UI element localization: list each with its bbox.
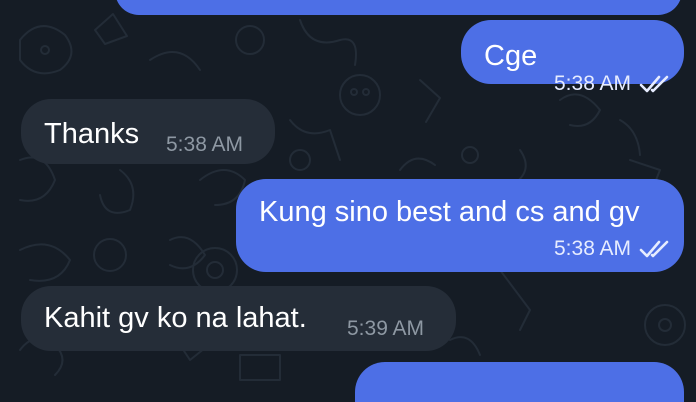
- message-text: Kahit gv ko na lahat.: [44, 302, 307, 334]
- message-bubble-outgoing-partial-bottom[interactable]: [355, 362, 684, 402]
- message-time: 5:38 AM: [554, 72, 632, 95]
- message-time: 5:38 AM: [166, 133, 244, 156]
- message-text: Cge: [484, 40, 538, 72]
- message-text: Thanks: [44, 118, 140, 150]
- message-time: 5:38 AM: [554, 237, 632, 260]
- message-text: Kung sino best and cs and gv: [259, 196, 640, 228]
- message-meta: 5:38 AM: [554, 73, 673, 94]
- message-meta: 5:38 AM: [166, 134, 243, 155]
- message-meta: 5:39 AM: [347, 318, 424, 339]
- message-bubble-outgoing-partial-top[interactable]: [115, 0, 682, 15]
- message-bubble-incoming[interactable]: Kahit gv ko na lahat. 5:39 AM: [21, 286, 456, 351]
- message-bubble-outgoing[interactable]: Cge 5:38 AM: [461, 20, 684, 94]
- message-bubble-outgoing[interactable]: Kung sino best and cs and gv 5:38 AM: [236, 179, 684, 272]
- message-meta: 5:38 AM: [554, 238, 673, 259]
- message-bubble-incoming[interactable]: Thanks 5:38 AM: [21, 99, 275, 164]
- double-check-icon: [639, 75, 669, 92]
- double-check-icon: [639, 240, 669, 257]
- message-time: 5:39 AM: [347, 317, 425, 340]
